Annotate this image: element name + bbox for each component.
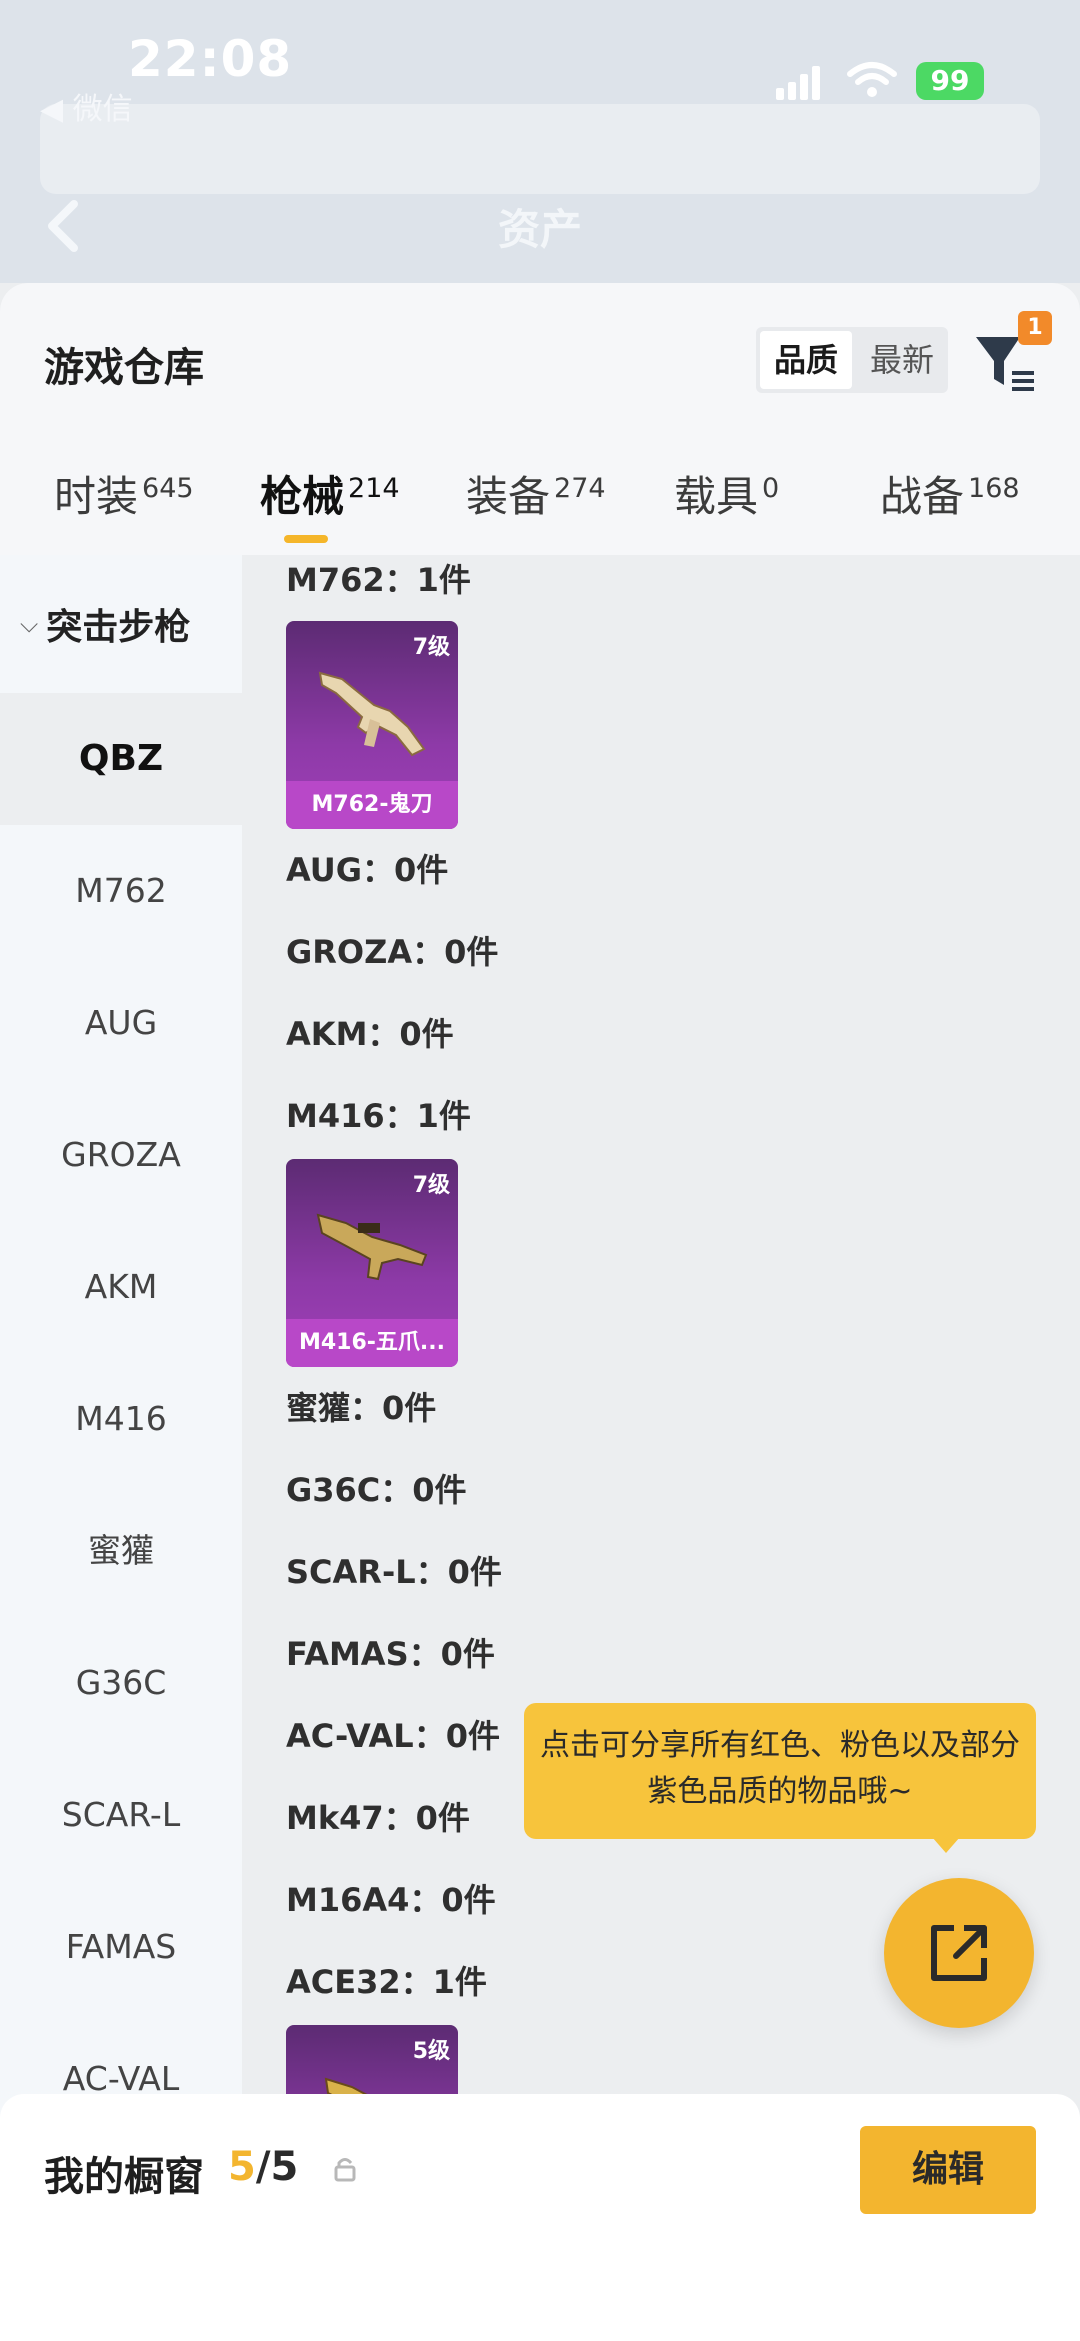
- tab-count: 274: [554, 473, 606, 504]
- top-blurred-area: 22:08 ◀ 微信 99 资产: [0, 0, 1080, 283]
- showcase-label: 我的橱窗: [44, 2154, 204, 2200]
- sidebar: ⌵ 突击步枪 QBZ M762 AUG GROZA AKM M416 蜜獾 G3…: [0, 555, 242, 2335]
- weapon-row-label: G36C：0件: [286, 1471, 467, 1509]
- tab-count: 214: [348, 473, 400, 504]
- category-tabs: 时装 645 枪械 214 装备 274 载具 0 战备 168: [0, 463, 1080, 555]
- filter-badge: 1: [1018, 311, 1052, 345]
- sidebar-category-label: 突击步枪: [46, 607, 191, 648]
- tab-vehicles[interactable]: 载具 0: [674, 463, 779, 555]
- nav-title: 资产: [497, 205, 582, 254]
- sheet-header: 游戏仓库 品质 最新 1 时装 645 枪械 214 装备 274 载具 0 战…: [0, 283, 1080, 555]
- showcase-used: 5: [228, 2144, 256, 2190]
- weapon-row-label: M416：1件: [286, 1097, 471, 1135]
- sidebar-item-akm[interactable]: AKM: [0, 1221, 242, 1353]
- card-level-badge: 7级: [412, 1173, 450, 1198]
- card-level-badge: 7级: [412, 635, 450, 660]
- weapon-row-label: AUG：0件: [286, 851, 449, 889]
- share-button[interactable]: [884, 1878, 1034, 2028]
- weapon-row-label: 蜜獾：0件: [286, 1389, 437, 1427]
- back-to-app-link[interactable]: ◀ 微信: [40, 84, 133, 128]
- status-time: 22:08: [128, 30, 293, 88]
- share-icon: [931, 1925, 987, 1981]
- chevron-down-icon: ⌵: [20, 610, 39, 638]
- sort-quality-button[interactable]: 品质: [760, 331, 852, 389]
- weapon-row-label: M16A4：0件: [286, 1881, 496, 1919]
- weapon-row-label: SCAR-L：0件: [286, 1553, 502, 1591]
- tab-guns[interactable]: 枪械 214: [260, 463, 400, 555]
- sidebar-item-g36c[interactable]: G36C: [0, 1617, 242, 1749]
- tab-label: 战备: [880, 472, 965, 521]
- sidebar-item-m416[interactable]: M416: [0, 1353, 242, 1485]
- card-level-badge: 5级: [412, 2039, 450, 2064]
- tab-count: 0: [762, 473, 780, 504]
- showcase-bar: 我的橱窗 5/5 编辑: [0, 2094, 1080, 2341]
- weapon-row-label: AC-VAL：0件: [286, 1717, 500, 1755]
- weapon-row-label: GROZA：0件: [286, 933, 499, 971]
- signal-icon: [776, 66, 820, 100]
- lock-icon: [334, 2158, 356, 2182]
- card-name: M762-鬼刀: [286, 781, 458, 829]
- active-tab-indicator: [284, 535, 328, 543]
- sidebar-item-m762[interactable]: M762: [0, 825, 242, 957]
- sidebar-item-aug[interactable]: AUG: [0, 957, 242, 1089]
- wifi-icon: [847, 62, 897, 97]
- sidebar-item-honey-badger[interactable]: 蜜獾: [0, 1485, 242, 1617]
- rifle-icon: [316, 1213, 428, 1281]
- page-title: 游戏仓库: [44, 345, 204, 391]
- warehouse-sheet: 游戏仓库 品质 最新 1 时装 645 枪械 214 装备 274 载具 0 战…: [0, 283, 1080, 2341]
- weapon-list: M762：1件 7级 M762-鬼刀 AUG：0件 GROZA：0件 AKM：0…: [242, 555, 1080, 2341]
- tab-label: 载具: [674, 472, 759, 521]
- sidebar-item-groza[interactable]: GROZA: [0, 1089, 242, 1221]
- weapon-card[interactable]: 7级 M762-鬼刀: [286, 621, 458, 829]
- tab-label: 时装: [54, 472, 139, 521]
- sort-toggle: 品质 最新: [756, 327, 948, 393]
- sort-newest-button[interactable]: 最新: [856, 327, 948, 393]
- sidebar-item-qbz[interactable]: QBZ: [0, 693, 242, 825]
- tab-label: 装备: [466, 472, 551, 521]
- sidebar-item-famas[interactable]: FAMAS: [0, 1881, 242, 2013]
- weapon-row-label: Mk47：0件: [286, 1799, 470, 1837]
- sidebar-item-scar-l[interactable]: SCAR-L: [0, 1749, 242, 1881]
- tab-count: 645: [142, 473, 194, 504]
- battery-indicator: 99: [916, 62, 984, 100]
- status-bar: 22:08 ◀ 微信 99: [0, 0, 1080, 140]
- rifle-icon: [318, 671, 426, 757]
- tab-label: 枪械: [260, 472, 345, 521]
- showcase-count: 5/5: [228, 2144, 298, 2190]
- edit-button[interactable]: 编辑: [860, 2126, 1036, 2214]
- tab-count: 168: [968, 473, 1020, 504]
- tab-equipment[interactable]: 装备 274: [466, 463, 606, 555]
- tab-supplies[interactable]: 战备 168: [880, 463, 1020, 555]
- weapon-row-label: ACE32：1件: [286, 1963, 487, 2001]
- share-tooltip: 点击可分享所有红色、粉色以及部分紫色品质的物品哦~: [524, 1703, 1036, 1853]
- showcase-total: /5: [255, 2144, 299, 2190]
- tab-fashion[interactable]: 时装 645: [54, 463, 194, 555]
- weapon-row-label: AKM：0件: [286, 1015, 454, 1053]
- weapon-row-label: M762：1件: [286, 561, 471, 599]
- weapon-card[interactable]: 7级 M416-五爪...: [286, 1159, 458, 1367]
- card-name: M416-五爪...: [286, 1319, 458, 1367]
- sidebar-category-assault-rifle[interactable]: ⌵ 突击步枪: [0, 555, 242, 693]
- weapon-row-label: FAMAS：0件: [286, 1635, 495, 1673]
